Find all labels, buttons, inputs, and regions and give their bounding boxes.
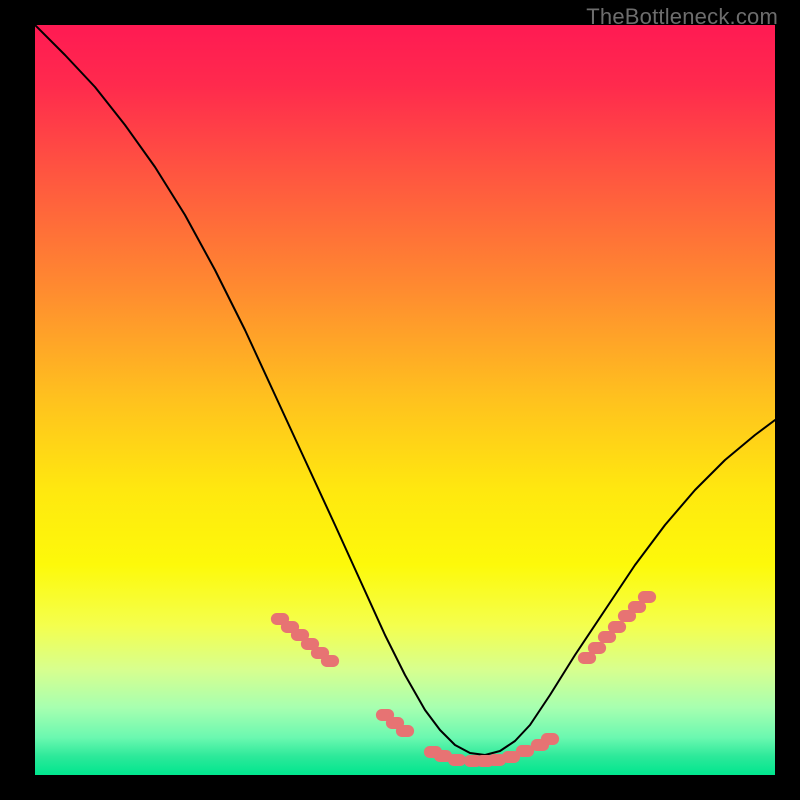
watermark-label: TheBottleneck.com — [586, 4, 778, 30]
chart-frame: TheBottleneck.com — [0, 0, 800, 800]
chart-scatter — [35, 25, 775, 775]
plot-area — [35, 25, 775, 775]
